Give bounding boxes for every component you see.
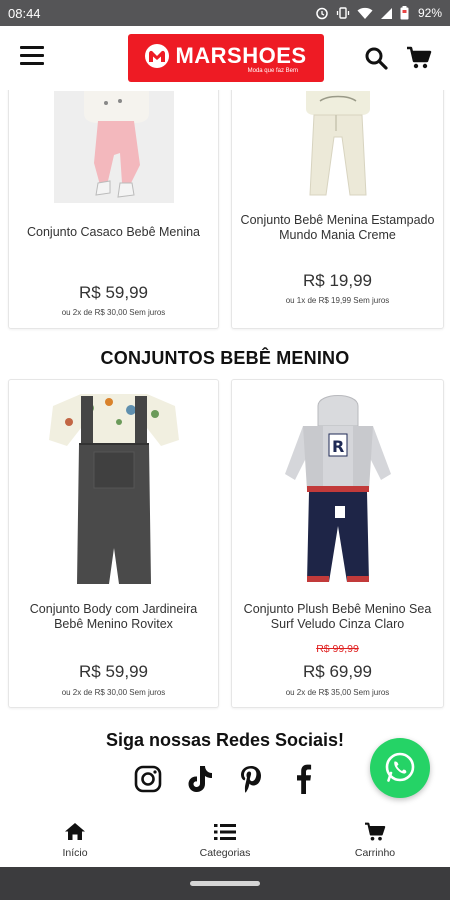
product-name: Conjunto Body com Jardineira Bebê Menino… [29, 602, 198, 631]
bottom-nav: Início Categorias Carrinho [0, 812, 450, 867]
status-time: 08:44 [8, 5, 41, 21]
marshoes-logo[interactable]: MARSHOES Moda que faz Bem [128, 34, 324, 82]
system-nav-bar [0, 867, 450, 900]
cart-icon[interactable] [406, 46, 432, 70]
search-icon[interactable] [364, 46, 388, 70]
facebook-icon[interactable] [288, 764, 318, 794]
signal-icon [380, 7, 393, 20]
home-icon [64, 821, 86, 843]
product-price: R$ 69,99 [303, 662, 372, 681]
product-name: Conjunto Casaco Bebê Menina [26, 225, 201, 239]
product-price: R$ 59,99 [79, 283, 148, 302]
whatsapp-icon [385, 752, 415, 782]
svg-text:R: R [332, 437, 344, 456]
nav-label: Carrinho [354, 846, 396, 859]
wifi-icon [357, 7, 373, 20]
home-gesture-pill[interactable] [190, 881, 260, 886]
section-title: CONJUNTOS BEBÊ MENINO [100, 348, 350, 368]
product-image [9, 91, 218, 203]
product-image: R [232, 386, 443, 594]
product-installments: ou 2x de R$ 30,00 Sem juros [61, 688, 166, 697]
product-name: Conjunto Plush Bebê Menino Sea Surf Velu… [243, 602, 432, 631]
product-card[interactable]: Conjunto Casaco Bebê Menina R$ 59,99 ou … [8, 90, 219, 329]
product-name: Conjunto Bebê Menina Estampado Mundo Man… [240, 213, 435, 242]
logo-mark-icon [145, 43, 170, 68]
product-old-price: R$ 99,99 [316, 643, 359, 655]
product-card[interactable]: Conjunto Bebê Menina Estampado Mundo Man… [231, 90, 444, 329]
product-card[interactable]: Conjunto Body com Jardineira Bebê Menino… [8, 379, 219, 708]
battery-percent: 92% [417, 6, 442, 20]
product-installments: ou 1x de R$ 19,99 Sem juros [285, 296, 390, 305]
logo-tagline: Moda que faz Bem [247, 67, 298, 74]
nav-label: Início [62, 846, 88, 859]
vibrate-icon [336, 6, 350, 20]
nav-item-categories[interactable]: Categorias [150, 812, 300, 867]
product-price: R$ 19,99 [303, 271, 372, 290]
alarm-icon [315, 6, 329, 20]
product-image [9, 388, 218, 593]
product-listing[interactable]: Conjunto Casaco Bebê Menina R$ 59,99 ou … [0, 90, 450, 812]
social-links [133, 762, 318, 796]
whatsapp-button[interactable] [370, 738, 430, 798]
instagram-icon[interactable] [133, 764, 163, 794]
product-price: R$ 59,99 [79, 662, 148, 681]
product-card[interactable]: R Conjunto Plush Bebê Menino Sea Surf Ve… [231, 379, 444, 708]
nav-item-cart[interactable]: Carrinho [300, 812, 450, 867]
status-bar: 08:44 92% [0, 0, 450, 26]
product-installments: ou 2x de R$ 30,00 Sem juros [61, 308, 166, 317]
nav-label: Categorias [199, 846, 251, 859]
logo-text: MARSHOES [175, 42, 307, 68]
product-image [232, 91, 443, 203]
status-icons: 92% [315, 6, 442, 20]
cart-icon [364, 821, 386, 843]
battery-icon [400, 6, 409, 20]
app-header: MARSHOES Moda que faz Bem [0, 26, 450, 90]
tiktok-icon[interactable] [185, 764, 215, 794]
nav-item-home[interactable]: Início [0, 812, 150, 867]
list-icon [214, 821, 236, 843]
product-installments: ou 2x de R$ 35,00 Sem juros [285, 688, 390, 697]
menu-icon[interactable] [20, 46, 44, 68]
pinterest-icon[interactable] [236, 764, 266, 794]
